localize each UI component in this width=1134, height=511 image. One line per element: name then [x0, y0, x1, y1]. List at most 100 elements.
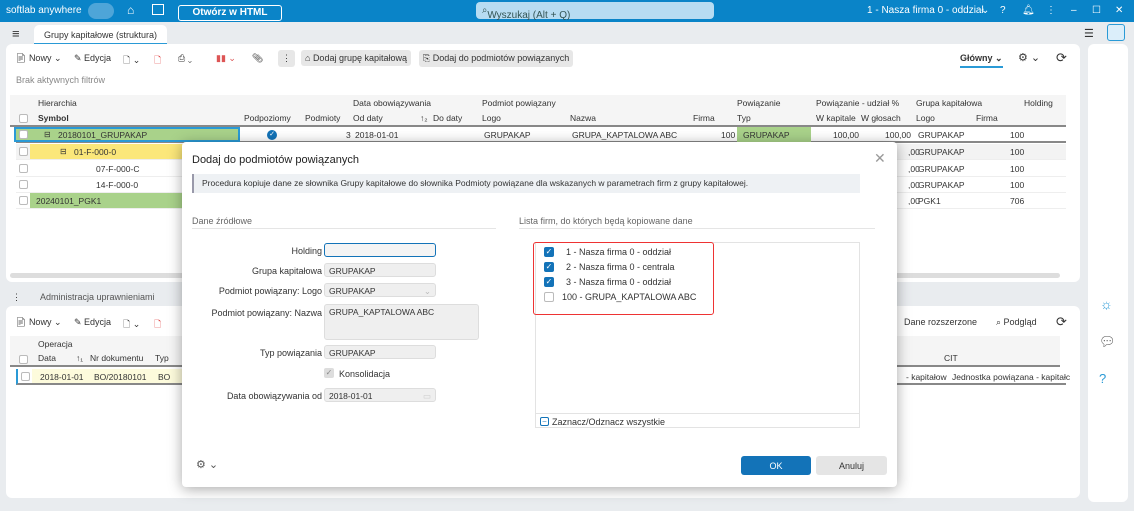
column-header[interactable]: Podmioty — [305, 113, 340, 123]
delete-icon[interactable]: 🗋 — [154, 317, 161, 333]
group-input[interactable]: GRUPAKAP — [324, 263, 436, 277]
card-icon[interactable] — [152, 4, 164, 15]
info-banner: Procedura kopiuje dane ze słownika Grupy… — [192, 174, 860, 193]
date-label: Data obowiązywania od — [226, 391, 322, 401]
add-related-button[interactable]: ⎘ Dodaj do podmiotów powiązanych — [419, 50, 574, 67]
checkbox-unchecked[interactable] — [544, 292, 554, 302]
edit-button[interactable]: ✎ Edycja — [74, 53, 111, 64]
filters-status: Brak aktywnych filtrów — [16, 75, 106, 85]
name-input[interactable]: GRUPA_KAPTALOWA ABC — [324, 304, 479, 340]
column-header[interactable]: Logo — [482, 113, 501, 123]
minus-box-icon[interactable]: – — [540, 417, 549, 426]
lightbulb-icon[interactable]: ☼ — [1100, 296, 1113, 312]
bell-icon[interactable]: 🔔︎ — [1022, 5, 1035, 16]
collapse-icon[interactable]: ⊟ — [60, 147, 67, 156]
help-chat-icon[interactable]: ? — [1099, 371, 1106, 386]
chevron-down-icon[interactable]: ⌄ — [981, 5, 989, 16]
apps-icon[interactable] — [88, 3, 114, 19]
column-header[interactable]: Od daty — [353, 113, 383, 123]
firm-item[interactable]: ✓ 1 - Nasza firma 0 - oddział — [536, 247, 716, 261]
toggle-all[interactable]: – Zaznacz/Odznacz wszystkie — [536, 413, 859, 428]
column-header[interactable]: Podpoziomy — [244, 113, 291, 123]
type-input[interactable]: GRUPAKAP — [324, 345, 436, 359]
date-input[interactable]: 2018-01-01 ▭ — [324, 388, 436, 402]
more-icon[interactable]: ⋮ — [1046, 5, 1056, 16]
doc-menu-icon[interactable]: 🗋 ⌄ — [123, 53, 140, 69]
collapse-icon[interactable]: ⊟ — [44, 130, 51, 139]
column-header[interactable]: Firma — [693, 113, 715, 123]
consolidation-checkbox[interactable]: ✓ — [324, 368, 334, 378]
attachment-icon[interactable]: 📎︎ — [252, 53, 263, 64]
checkbox-checked[interactable]: ✓ — [544, 262, 554, 272]
doc-menu-icon[interactable]: 🗋 ⌄ — [123, 317, 140, 333]
chat-icon[interactable]: 💬︎ — [1099, 334, 1116, 350]
view-select[interactable]: Główny ⌄ — [960, 53, 1003, 68]
checkbox-checked[interactable]: ✓ — [544, 277, 554, 287]
row-checkbox[interactable] — [19, 196, 28, 205]
logo-label: Podmiot powiązany: Logo — [218, 286, 322, 296]
row-checkbox[interactable] — [19, 180, 28, 189]
company-select[interactable]: 1 - Nasza firma 0 - oddział — [867, 5, 984, 16]
column-header[interactable]: Typ — [737, 113, 751, 123]
close-icon[interactable]: ✕ — [874, 150, 886, 167]
row-checkbox[interactable] — [19, 164, 28, 173]
home-icon[interactable]: ⌂ — [127, 3, 134, 17]
firm-item[interactable]: 100 - GRUPA_KAPTALOWA ABC — [536, 292, 716, 306]
ok-button[interactable]: OK — [741, 456, 811, 475]
firm-item[interactable]: ✓ 2 - Nasza firma 0 - centrala — [536, 262, 716, 276]
more-actions-button[interactable]: ⋮ — [278, 50, 295, 67]
table-row[interactable]: ⊟ 20180101_GRUPAKAP ✓ 3 2018-01-01 GRUPA… — [14, 127, 1066, 143]
maximize-icon[interactable]: ☐ — [1092, 5, 1101, 16]
logo-select[interactable]: GRUPAKAP ⌄ — [324, 283, 436, 297]
cell-symbol: 01-F-000-0 — [74, 147, 117, 157]
row-checkbox[interactable] — [19, 130, 28, 139]
delete-icon[interactable]: 🗋 — [154, 53, 161, 69]
row-checkbox[interactable] — [19, 147, 28, 156]
column-header[interactable]: Nazwa — [570, 113, 596, 123]
edit-button[interactable]: ✎ Edycja — [74, 317, 111, 328]
column-header[interactable]: Data — [38, 353, 56, 363]
refresh-icon[interactable]: ⟳ — [1056, 50, 1067, 66]
select-all-checkbox[interactable] — [19, 114, 28, 123]
new-button[interactable]: 📄︎ Nowy ⌄ — [15, 53, 62, 64]
search-input[interactable]: ⌕ Wyszukaj (Alt + Q) — [476, 2, 714, 21]
firm-item[interactable]: ✓ 3 - Nasza firma 0 - oddział — [536, 277, 716, 291]
tab-administracja[interactable]: Administracja uprawnieniami — [40, 292, 155, 302]
checkbox-checked[interactable]: ✓ — [544, 247, 554, 257]
cell-nr: BO/20180101 — [94, 372, 147, 382]
share-icon[interactable] — [1107, 24, 1125, 41]
column-header[interactable]: Logo — [916, 113, 935, 123]
settings-icon[interactable]: ⚙ ⌄ — [1018, 51, 1040, 64]
holding-input[interactable] — [324, 243, 436, 257]
column-header[interactable]: Typ — [155, 353, 169, 363]
refresh-icon[interactable]: ⟳ — [1056, 314, 1067, 330]
print-icon[interactable]: ⎙ ⌄ — [178, 53, 192, 64]
close-window-icon[interactable]: ✕ — [1115, 5, 1123, 16]
cancel-button[interactable]: Anuluj — [816, 456, 887, 475]
preview-button[interactable]: ⌕ Podgląd — [996, 317, 1037, 328]
new-button[interactable]: 📄︎ Nowy ⌄ — [15, 317, 62, 328]
cell-w-glosach: 100,00 — [885, 130, 911, 140]
minimize-icon[interactable]: – — [1071, 5, 1077, 16]
row-checkbox[interactable] — [21, 372, 30, 381]
column-header[interactable]: CIT — [944, 353, 958, 363]
tab-grupy-kapitalowe[interactable]: Grupy kapitałowe (struktura) — [34, 25, 168, 45]
column-header[interactable]: Symbol — [38, 113, 69, 123]
extended-data-button[interactable]: Dane rozszerzone — [904, 317, 977, 327]
column-header[interactable]: Nr dokumentu — [90, 353, 143, 363]
column-header[interactable]: W kapitale — [816, 113, 856, 123]
column-header[interactable]: W głosach — [861, 113, 901, 123]
column-header[interactable]: Do daty — [433, 113, 462, 123]
select-all-checkbox[interactable] — [19, 355, 28, 364]
cell-logo: GRUPAKAP — [484, 130, 531, 140]
open-html-button[interactable]: Otwórz w HTML — [178, 5, 282, 21]
list-icon[interactable]: ☰ — [1084, 27, 1094, 40]
menu-icon[interactable]: ≡ — [12, 26, 20, 41]
settings-icon[interactable]: ⚙ ⌄ — [196, 458, 218, 471]
add-group-button[interactable]: ⌂ Dodaj grupę kapitałową — [301, 50, 411, 66]
section-title: Lista firm, do których będą kopiowane da… — [519, 216, 693, 226]
drag-icon[interactable]: ⋮ — [12, 292, 21, 303]
chart-icon[interactable]: ▮▮ ⌄ — [216, 53, 236, 64]
column-header[interactable]: Firma — [976, 113, 998, 123]
help-icon[interactable]: ? — [1000, 5, 1006, 16]
